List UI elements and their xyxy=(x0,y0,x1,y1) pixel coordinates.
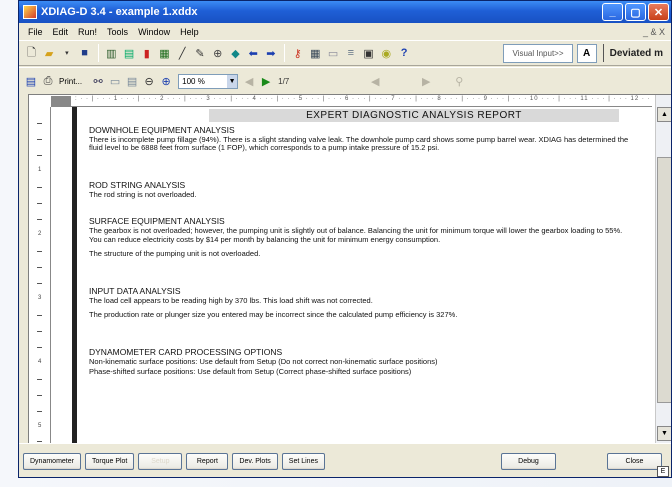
key-icon[interactable]: ⚷ xyxy=(289,45,306,62)
gem-icon[interactable]: ◆ xyxy=(227,45,244,62)
vertical-scrollbar[interactable]: ▲ ▼ xyxy=(655,95,671,443)
zoom-in-icon[interactable]: ⊕ xyxy=(158,73,174,90)
close-window-button[interactable]: ✕ xyxy=(648,3,669,21)
diagram-icon[interactable]: ⊕ xyxy=(209,45,226,62)
window-controls: _ ▢ ✕ xyxy=(602,3,669,21)
print-button[interactable]: Print... xyxy=(59,77,82,86)
toolbar-separator xyxy=(97,44,99,62)
menu-file[interactable]: File xyxy=(23,27,48,37)
preview-toolbar: ▤ ⎙ Print... ⚯ ▭ ▤ ⊖ ⊕ 100 % ▼ ◀ ▶ 1/7 ◀… xyxy=(19,68,671,94)
search-icon[interactable]: ⚲ xyxy=(451,73,467,90)
bar-chart-icon[interactable]: ▮ xyxy=(138,45,155,62)
zoom-select[interactable]: 100 % ▼ xyxy=(178,73,239,89)
report-preview: ▤ ⎙ Print... ⚯ ▭ ▤ ⊖ ⊕ 100 % ▼ ◀ ▶ 1/7 ◀… xyxy=(19,67,671,445)
visual-input-button[interactable]: Visual Input>> xyxy=(503,43,573,63)
pen-icon[interactable]: ✎ xyxy=(192,45,209,62)
help-icon[interactable]: ? xyxy=(396,45,413,62)
main-toolbar: 🗋 ▰ ▾ ■ ▥ ▤ ▮ ▦ ╱ ✎ ⊕ ◆ ⬅ ➡ ⚷ ▦ ▭ ≡ ▣ ◉ … xyxy=(19,40,671,66)
status-indicator: E xyxy=(657,466,669,477)
toolbar-separator xyxy=(284,44,286,62)
page-indicator: 1/7 xyxy=(278,76,290,86)
title-bar: XDIAG-D 3.4 - example 1.xddx _ ▢ ✕ xyxy=(19,1,671,23)
save-icon[interactable]: ■ xyxy=(76,45,93,62)
report-icon[interactable]: ▤ xyxy=(121,45,138,62)
close-button[interactable]: Close xyxy=(607,453,662,470)
forward-arrow-icon[interactable]: ➡ xyxy=(263,45,280,62)
report-title: EXPERT DIAGNOSTIC ANALYSIS REPORT xyxy=(209,109,619,122)
document-viewport[interactable]: : · · | · · · 1 · · · | · · · 2 · · · | … xyxy=(28,94,671,445)
setup-button[interactable]: Setup xyxy=(138,453,183,470)
section-paragraph: The load cell appears to be reading high… xyxy=(89,295,373,305)
pump-icon[interactable]: ◉ xyxy=(378,45,395,62)
menu-window[interactable]: Window xyxy=(133,27,175,37)
dev-plots-button[interactable]: Dev. Plots xyxy=(232,453,278,470)
open-folder-icon[interactable]: ▰ xyxy=(41,45,58,62)
bottom-action-bar: Dynamometer Torque Plot Setup Report Dev… xyxy=(19,443,671,477)
calculator-icon[interactable]: ▣ xyxy=(360,45,377,62)
section-paragraph: Non-kinematic surface positions: Use def… xyxy=(89,356,438,366)
menu-tools[interactable]: Tools xyxy=(102,27,133,37)
window-icon[interactable]: ▭ xyxy=(325,45,342,62)
set-lines-button[interactable]: Set Lines xyxy=(281,453,325,470)
torque-plot-button[interactable]: Torque Plot xyxy=(84,453,135,470)
page-setup-icon[interactable]: ▭ xyxy=(107,73,123,90)
binoculars-icon[interactable]: ⚯ xyxy=(90,73,106,90)
app-logo-icon xyxy=(23,5,37,19)
minimize-button[interactable]: _ xyxy=(602,3,623,21)
multi-page-icon[interactable]: ▤ xyxy=(124,73,140,90)
prev-group-icon[interactable]: ◀ xyxy=(367,73,383,90)
grid-icon[interactable]: ▦ xyxy=(156,45,173,62)
zoom-value: 100 % xyxy=(182,76,205,86)
dropdown-arrow-icon[interactable]: ▾ xyxy=(58,45,75,62)
back-arrow-icon[interactable]: ⬅ xyxy=(245,45,262,62)
report-button[interactable]: Report xyxy=(186,453,229,470)
scroll-down-icon[interactable]: ▼ xyxy=(657,426,671,441)
printer-icon[interactable]: ⎙ xyxy=(40,73,56,90)
debug-button[interactable]: Debug xyxy=(501,453,556,470)
prev-page-icon[interactable]: ◀ xyxy=(241,73,257,90)
section-paragraph: The rod string is not overloaded. xyxy=(89,189,197,199)
section-paragraph: The gearbox is not overloaded; however, … xyxy=(89,226,623,244)
section-paragraph: The structure of the pumping unit is not… xyxy=(89,249,261,259)
section-paragraph: Phase-shifted surface positions: Use def… xyxy=(89,367,412,377)
window-title: XDIAG-D 3.4 - example 1.xddx xyxy=(41,6,198,18)
section-paragraph: The production rate or plunger size you … xyxy=(89,310,458,320)
report-left-border xyxy=(72,107,77,443)
menu-bar: File Edit Run! Tools Window Help _ & X xyxy=(19,23,671,40)
next-page-icon[interactable]: ▶ xyxy=(258,73,274,90)
menu-help[interactable]: Help xyxy=(175,27,204,37)
new-file-icon[interactable]: 🗋 xyxy=(23,45,40,62)
section-paragraph: There is incomplete pump fillage (94%). … xyxy=(89,134,629,153)
scrollbar-thumb[interactable] xyxy=(657,157,671,403)
list-icon[interactable]: ≡ xyxy=(342,45,359,62)
menu-run[interactable]: Run! xyxy=(73,27,102,37)
mdi-controls[interactable]: _ & X xyxy=(643,27,671,37)
report-content: EXPERT DIAGNOSTIC ANALYSIS REPORT DOWNHO… xyxy=(89,107,634,445)
page: XDIAG-D 3.4 - example 1.xddx _ ▢ ✕ File … xyxy=(0,0,672,487)
scroll-up-icon[interactable]: ▲ xyxy=(657,107,671,122)
horizontal-ruler: : · · | · · · 1 · · · | · · · 2 · · · | … xyxy=(51,95,652,107)
app-window: XDIAG-D 3.4 - example 1.xddx _ ▢ ✕ File … xyxy=(18,0,672,478)
chart-icon[interactable]: ▥ xyxy=(103,45,120,62)
next-group-icon[interactable]: ▶ xyxy=(418,73,434,90)
line-tool-icon[interactable]: ╱ xyxy=(174,45,191,62)
font-button[interactable]: A xyxy=(576,43,597,63)
mode-label: Deviated m xyxy=(602,44,671,62)
dynamometer-button[interactable]: Dynamometer xyxy=(23,453,81,470)
chevron-down-icon: ▼ xyxy=(227,74,238,88)
ruler-margin-marker xyxy=(51,96,71,106)
export-icon[interactable]: ▤ xyxy=(23,73,39,90)
menu-edit[interactable]: Edit xyxy=(48,27,74,37)
zoom-out-icon[interactable]: ⊖ xyxy=(141,73,157,90)
table-icon[interactable]: ▦ xyxy=(307,45,324,62)
maximize-button[interactable]: ▢ xyxy=(625,3,646,21)
vertical-ruler: 1 2 3 4 5 xyxy=(29,107,51,443)
